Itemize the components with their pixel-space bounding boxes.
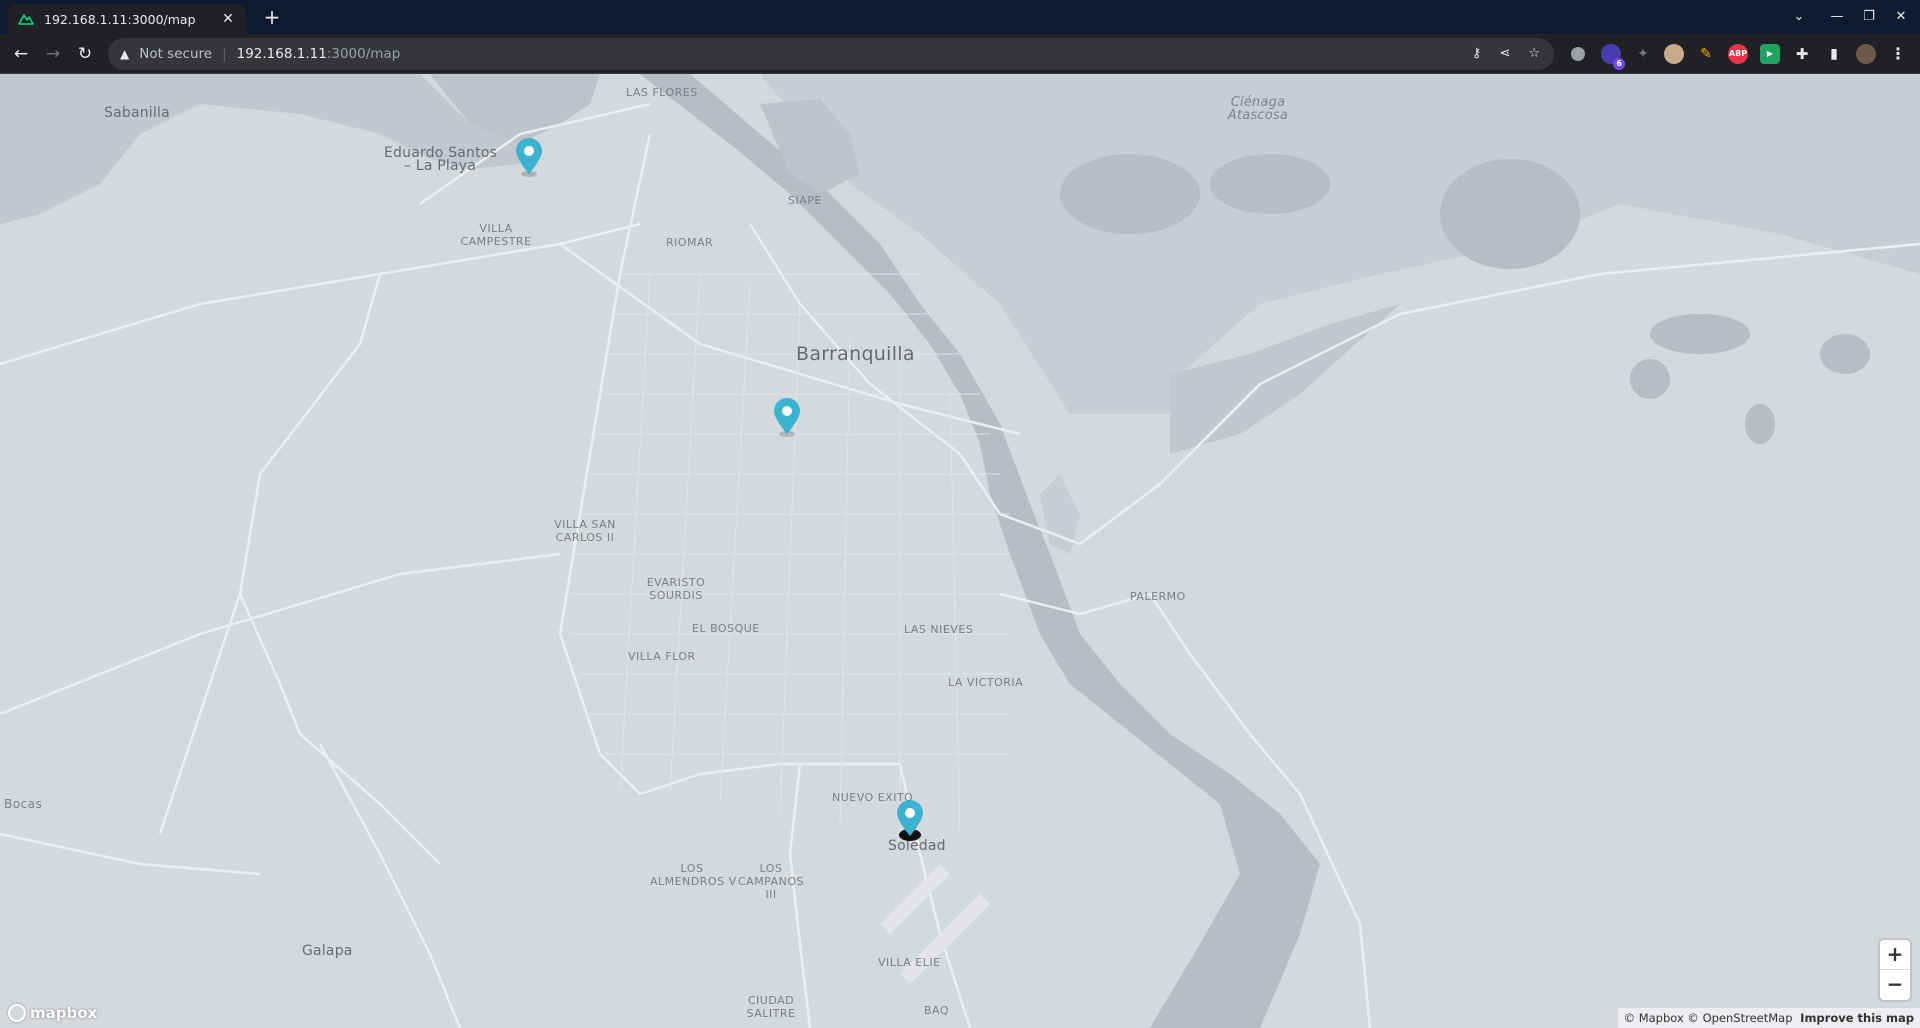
map-base-layer	[0, 74, 1920, 1028]
security-status: Not secure	[139, 46, 213, 62]
label-los-campanos-line3: III	[765, 888, 777, 901]
label-sabanilla: Sabanilla	[104, 105, 170, 121]
label-los-campanos-line2: CAMPANOS	[737, 875, 805, 888]
label-eduardo-santos: Eduardo Santos – La Playa	[384, 146, 497, 174]
label-siape: SIAPE	[788, 194, 822, 207]
warning-icon[interactable]: ▲	[120, 47, 129, 61]
label-villa-san-carlos: VILLA SAN CARLOS II	[552, 518, 618, 544]
mapbox-logo[interactable]: mapbox	[8, 1004, 97, 1022]
restore-icon[interactable]: ❐	[1856, 6, 1882, 28]
label-las-nieves: LAS NIEVES	[904, 623, 974, 636]
url-host: 192.168.1.11	[236, 46, 327, 62]
extension-badge-icon[interactable]: 6	[1601, 44, 1625, 70]
extensions-puzzle-icon[interactable]: ✚	[1792, 44, 1812, 64]
tab-title: 192.168.1.11:3000/map	[44, 11, 196, 27]
label-el-bosque: EL BOSQUE	[692, 622, 760, 635]
label-evaristo-sourdis-line2: SOURDIS	[649, 589, 703, 602]
extension-video-icon[interactable]: ▶	[1760, 44, 1780, 64]
label-cienaga-line2: Atascosa	[1227, 108, 1289, 123]
map-marker-soledad[interactable]	[895, 798, 925, 840]
extension-pen-icon[interactable]: ✎	[1696, 44, 1716, 64]
nuxt-favicon-icon	[18, 14, 34, 25]
label-evaristo-sourdis-line1: EVARISTO	[646, 576, 706, 589]
zoom-out-button[interactable]: −	[1880, 969, 1910, 998]
profile-avatar[interactable]	[1856, 44, 1876, 64]
label-riomar: RIOMAR	[666, 236, 714, 249]
label-cienaga-atascosa: Ciénaga Atascosa	[1226, 96, 1290, 122]
close-window-icon[interactable]: ✕	[1888, 6, 1914, 28]
label-ciudad-salitre-line1: CIUDAD	[747, 994, 795, 1007]
new-tab-button[interactable]: +	[260, 6, 284, 30]
label-baq: BAQ	[924, 1004, 950, 1017]
label-ciudad-salitre-line2: SALITRE	[746, 1007, 796, 1020]
reload-icon[interactable]: ↻	[73, 42, 97, 66]
label-barranquilla: Barranquilla	[796, 343, 915, 365]
label-los-campanos: LOS CAMPANOS III	[736, 862, 806, 901]
share-icon[interactable]: ⋖	[1499, 46, 1510, 61]
extension-puzzle-grey-icon[interactable]: ✦	[1633, 44, 1653, 64]
attribution-text[interactable]: © Mapbox © OpenStreetMap	[1624, 1011, 1793, 1025]
zoom-in-button[interactable]: +	[1880, 940, 1910, 969]
label-eduardo-santos-line2: – La Playa	[403, 158, 477, 174]
bookmark-star-icon[interactable]: ☆	[1528, 46, 1540, 61]
address-bar[interactable]: ▲ Not secure | 192.168.1.11:3000/map ⚷ ⋖…	[108, 38, 1554, 70]
mapbox-logo-icon	[8, 1004, 26, 1022]
browser-tab-strip: 192.168.1.11:3000/map ✕ + ⌄ — ❐ ✕	[0, 0, 1920, 34]
url-path: :3000/map	[326, 46, 401, 62]
map-marker-barranquilla[interactable]	[772, 396, 802, 438]
map-attribution: © Mapbox © OpenStreetMap Improve this ma…	[1617, 1008, 1920, 1028]
map-canvas[interactable]: Sabanilla LAS FLORES Eduardo Santos – La…	[0, 74, 1920, 1028]
back-icon[interactable]: ←	[9, 42, 33, 66]
label-bocas: Bocas	[4, 797, 43, 811]
label-villa-san-carlos-line2: CARLOS II	[555, 531, 615, 544]
label-villa-flor: VILLA FLOR	[628, 650, 696, 663]
extension-avatar-icon[interactable]	[1664, 44, 1684, 64]
tab-close-icon[interactable]: ✕	[220, 11, 236, 27]
side-panel-icon[interactable]: ▮	[1824, 44, 1844, 64]
zoom-control: + −	[1880, 940, 1910, 1000]
label-villa-campestre-line2: CAMPESTRE	[460, 235, 532, 248]
extension-circle-icon[interactable]	[1568, 44, 1588, 64]
label-las-flores: LAS FLORES	[626, 86, 698, 99]
menu-dots-icon[interactable]: ⋮	[1888, 44, 1908, 64]
address-separator: |	[222, 46, 227, 62]
minimize-icon[interactable]: —	[1824, 6, 1850, 28]
label-los-almendros-line2: ALMENDROS V	[650, 875, 737, 888]
browser-toolbar: ← → ↻ ▲ Not secure | 192.168.1.11:3000/m…	[0, 34, 1920, 74]
label-palermo: PALERMO	[1130, 590, 1186, 603]
label-ciudad-salitre: CIUDAD SALITRE	[740, 994, 802, 1020]
label-villa-campestre-line1: VILLA	[479, 222, 513, 235]
browser-tab[interactable]: 192.168.1.11:3000/map ✕	[8, 4, 246, 34]
tab-search-icon[interactable]: ⌄	[1786, 6, 1812, 28]
label-galapa: Galapa	[302, 943, 353, 959]
improve-map-link[interactable]: Improve this map	[1800, 1011, 1914, 1025]
forward-icon[interactable]: →	[41, 42, 65, 66]
label-los-almendros: LOS ALMENDROS V	[650, 862, 737, 888]
label-los-almendros-line1: LOS	[680, 862, 704, 875]
key-icon[interactable]: ⚷	[1472, 46, 1482, 61]
label-la-victoria: LA VICTORIA	[948, 676, 1024, 689]
label-villa-campestre: VILLA CAMPESTRE	[460, 222, 532, 248]
label-evaristo-sourdis: EVARISTO SOURDIS	[640, 576, 712, 602]
label-villa-san-carlos-line1: VILLA SAN	[554, 518, 616, 531]
label-los-campanos-line1: LOS	[759, 862, 783, 875]
map-marker-eduardo-santos[interactable]	[514, 136, 544, 178]
extension-badge-count: 6	[1613, 58, 1625, 70]
adblock-plus-icon[interactable]: ABP	[1728, 44, 1748, 64]
mapbox-logo-text: mapbox	[30, 1004, 98, 1022]
label-villa-elie: VILLA ELIE	[878, 956, 941, 969]
